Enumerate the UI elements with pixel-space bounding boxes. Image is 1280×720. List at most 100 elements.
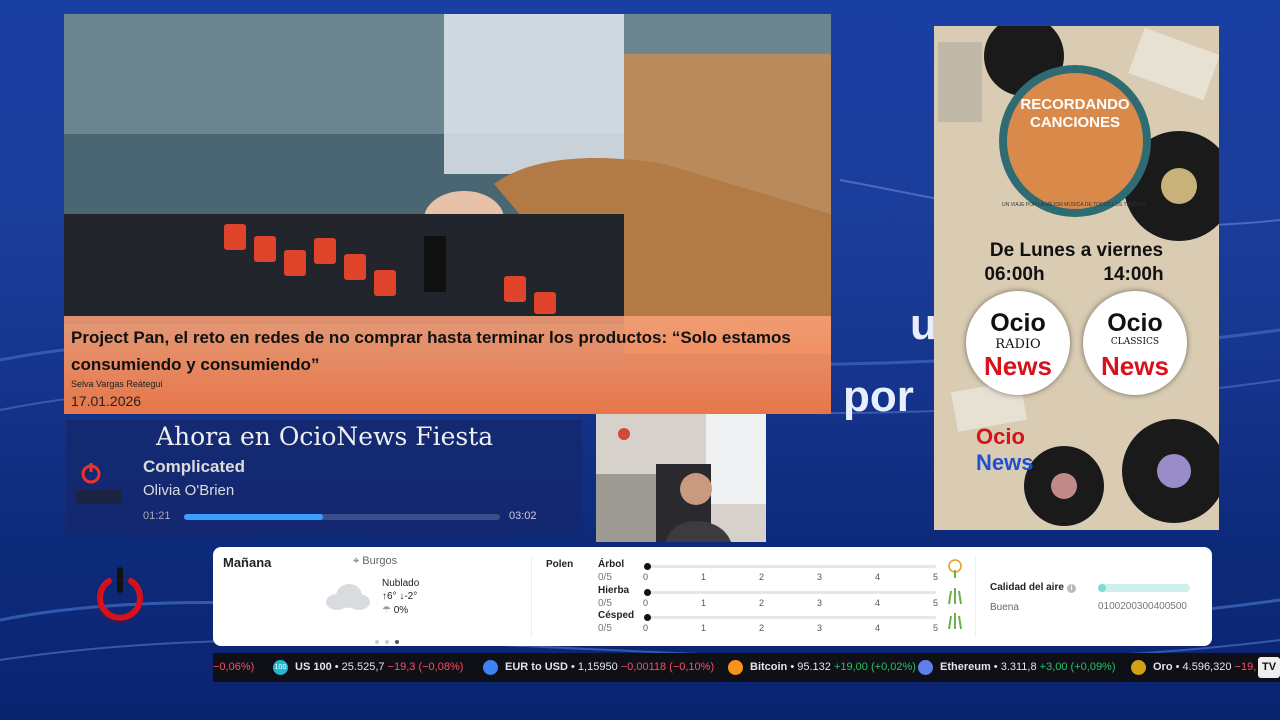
pollen-scale-tick: 5	[933, 572, 939, 582]
poster-tagline: UN VIAJE POR LA MEJOR MÚSICA DE TODOS LO…	[1002, 202, 1146, 208]
lawn-icon	[946, 610, 964, 630]
rain-value: 0%	[393, 605, 409, 616]
ticker-price: 95.132	[797, 661, 831, 673]
pollen-scale-tick: 4	[875, 623, 881, 633]
market-ticker[interactable]: −0,06%) TV US 100 • 25.525,7 −19,3 (−0,08…	[213, 653, 1280, 682]
poster-title-line2: CANCIONES	[1029, 114, 1120, 131]
location: ⌖ Burgos	[353, 555, 397, 568]
pollen-scale-tick: 3	[817, 623, 823, 633]
news-title[interactable]: Project Pan, el reto en redes de no comp…	[71, 324, 811, 378]
pollen-scale-tick: 0	[643, 598, 649, 608]
info-icon[interactable]: i	[1066, 584, 1076, 593]
pollen-level-marker	[644, 614, 651, 621]
pollen-level-marker	[644, 563, 651, 570]
pollen-scale-tick: 5	[933, 623, 939, 633]
news-caption: Project Pan, el reto en redes de no comp…	[64, 316, 831, 414]
ocio-classics-news-logo: Ocio CLASSICS News	[1083, 291, 1187, 395]
logo-classics: CLASSICS	[1110, 337, 1160, 347]
poster-footer-logo-ocio: Ocio	[976, 424, 1025, 449]
duration-time: 03:02	[509, 510, 537, 522]
webcam-image	[596, 414, 766, 542]
pollen-label: Polen	[546, 559, 574, 570]
logo-ocio: Ocio	[1107, 309, 1163, 337]
ticker-change: +19,00 (+0,02%)	[833, 661, 916, 673]
pollen-score: 0/5	[598, 623, 612, 634]
us-100-icon: 100	[273, 660, 288, 675]
pollen-level-marker	[644, 589, 651, 596]
background-word-por: por	[843, 372, 914, 421]
pollen-scale-tick: 2	[759, 623, 765, 633]
radio-show-poster[interactable]: RECORDANDO CANCIONES UN VIAJE POR LA MEJ…	[934, 26, 1219, 530]
power-icon[interactable]	[94, 565, 146, 623]
eur-to-usd-icon	[483, 660, 498, 675]
ticker-change: −0,00118 (−0,10%)	[620, 661, 715, 673]
ocionews-logo	[76, 463, 122, 504]
pollen-scale-tick: 0	[643, 572, 649, 582]
logo-radio: RADIO	[995, 337, 1041, 352]
air-quality-label: Calidad del aire i	[990, 582, 1076, 593]
ticker-price: 25.525,7	[341, 661, 385, 673]
ticker-price: 1,15950	[577, 661, 618, 673]
ticker-item[interactable]: Bitcoin • 95.132 +19,00 (+0,02%)	[750, 661, 916, 673]
ticker-change: −19,	[1234, 661, 1257, 673]
pollen-scale-tick: 3	[817, 572, 823, 582]
grass-icon	[946, 585, 964, 605]
news-date: 17.01.2026	[71, 393, 142, 409]
tradingview-logo[interactable]: TV	[1258, 657, 1280, 678]
pollen-scale-tick: 1	[701, 572, 707, 582]
pollen-level-track	[644, 563, 936, 570]
poster-footer-logo-news: News	[976, 450, 1034, 475]
ticker-item[interactable]: EUR to USD • 1,15950 −0,00118 (−0,10%)	[505, 661, 714, 673]
pollen-level-track	[644, 589, 936, 596]
ticker-item[interactable]: Oro • 4.596,320 −19,	[1153, 661, 1256, 673]
ticker-change: −0,06%)	[213, 661, 255, 673]
carousel-dots[interactable]	[375, 631, 405, 649]
news-card[interactable]: Project Pan, el reto en redes de no comp…	[64, 14, 831, 414]
ticker-symbol: Oro	[1153, 661, 1173, 673]
temperatures: ↑6° ↓-2°	[382, 591, 418, 602]
pollen-scale-tick: 3	[817, 598, 823, 608]
song-title: Complicated	[143, 457, 246, 476]
ticker-item[interactable]: US 100 • 25.525,7 −19,3 (−0,08%)	[295, 661, 463, 673]
pollen-scale-tick: 4	[875, 572, 881, 582]
pollen-scale-tick: 2	[759, 572, 765, 582]
weather-condition: Nublado	[382, 578, 420, 589]
pollen-scale-tick: 2	[759, 598, 765, 608]
air-quality-label-text: Calidad del aire	[990, 582, 1064, 593]
umbrella-icon: ☂	[382, 605, 391, 616]
weather-widget: Mañana ⌖ Burgos Nublado ↑6° ↓-2° ☂ 0% Po…	[213, 547, 1212, 646]
pollen-name: Árbol	[598, 559, 625, 570]
pollen-scale-tick: 5	[933, 598, 939, 608]
now-playing-heading: Ahora en OcioNews Fiesta	[156, 422, 494, 451]
ticker-symbol: EUR to USD	[505, 661, 568, 673]
bitcoin-icon	[728, 660, 743, 675]
pollen-name: Césped	[598, 610, 635, 621]
ticker-item[interactable]: Ethereum • 3.311,8 +3,00 (+0,09%)	[940, 661, 1116, 673]
cloud-icon	[326, 584, 370, 610]
now-playing-panel: Ahora en OcioNews Fiesta Complicated Oli…	[66, 420, 582, 536]
ticker-symbol: Ethereum	[940, 661, 991, 673]
background-word-u: u	[910, 300, 937, 349]
poster-time-end: 14:00h	[1103, 264, 1164, 285]
pollen-score: 0/5	[598, 598, 612, 609]
ticker-item[interactable]: −0,06%)	[213, 661, 254, 673]
pollen-scale-tick: 0	[643, 623, 649, 633]
ticker-symbol: Bitcoin	[750, 661, 788, 673]
oro-icon	[1131, 660, 1146, 675]
ticker-price: 3.311,8	[1000, 661, 1037, 673]
logo-news: News	[1101, 351, 1169, 381]
poster-title-line1: RECORDANDO	[1020, 96, 1130, 113]
rain-chance: ☂ 0%	[382, 605, 408, 616]
air-quality-value: Buena	[990, 602, 1019, 613]
logo-news: News	[984, 351, 1052, 381]
pollen-name: Hierba	[598, 585, 630, 596]
song-progress-bar[interactable]	[184, 514, 500, 520]
temp-high: 6°	[387, 591, 397, 602]
pollen-scale-tick: 4	[875, 598, 881, 608]
air-quality-marker	[1098, 584, 1106, 592]
ticker-change: +3,00 (+0,09%)	[1039, 661, 1116, 673]
poster-schedule-days: De Lunes a viernes	[989, 240, 1164, 261]
pollen-scale-tick: 1	[701, 598, 707, 608]
ticker-change: −19,3 (−0,08%)	[387, 661, 464, 673]
tree-icon	[946, 559, 964, 579]
